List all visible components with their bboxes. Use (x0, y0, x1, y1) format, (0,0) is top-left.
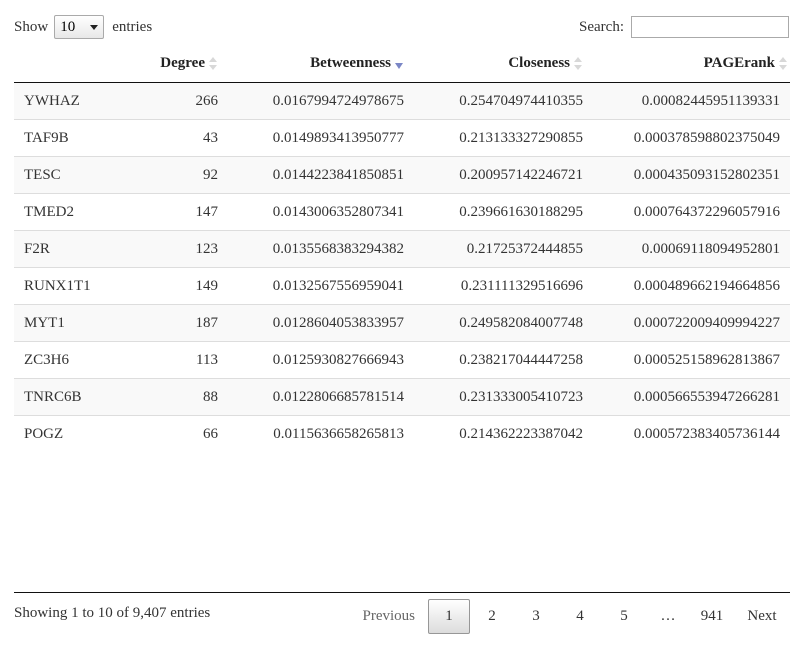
page-length-select[interactable]: 10 (54, 15, 105, 39)
cell-betweenness: 0.0167994724978675 (272, 92, 404, 109)
page-button[interactable]: 3 (514, 599, 558, 634)
column-header-betweenness[interactable]: Betweenness (218, 45, 404, 83)
cell-closeness: 0.21725372444855 (404, 230, 583, 268)
page-button[interactable]: 2 (470, 599, 514, 634)
cell-degree: 92 (144, 156, 218, 194)
cell-closeness: 0.239661630188295 (404, 193, 583, 231)
chevron-down-icon (90, 24, 99, 30)
table-row: ZC3H6 113 0.0125930827666943 0.238217044447… (14, 341, 790, 379)
cell-betweenness: 0.0125930827666943 (218, 341, 404, 379)
table-row: MYT1 187 0.0128604053833957 0.2495820840077… (14, 304, 790, 342)
cell-closeness: 0.231333005410723 (404, 378, 583, 416)
pagination-ellipsis: … (660, 608, 676, 624)
cell-closeness: 0.200957142246721 (404, 156, 583, 194)
cell-degree: 147 (144, 193, 218, 231)
table-row: TESC 92 0.0144223841850851 0.20095714224672… (14, 156, 790, 194)
cell-closeness: 0.231111329516696 (404, 267, 583, 305)
cell-name: YWHAZ (24, 92, 80, 109)
column-header-name (14, 45, 144, 83)
cell-pagerank: 0.000525158962813867 (583, 341, 790, 379)
cell-pagerank: 0.000722009409994227 (583, 304, 790, 342)
next-button[interactable]: Next (734, 599, 790, 634)
pagination: Previous 1 2 3 4 5 … 941 Next (350, 598, 791, 635)
table-row: RUNX1T1 149 0.0132567556959041 0.2311113295… (14, 267, 790, 305)
page-length-value: 10 (60, 18, 76, 35)
column-header-label: Degree (160, 55, 205, 71)
cell-pagerank: 0.000435093152802351 (583, 156, 790, 194)
cell-name: ZC3H6 (14, 341, 144, 379)
cell-pagerank: 0.000566553947266281 (583, 378, 790, 416)
column-header-label: Betweenness (310, 55, 391, 71)
cell-degree: 187 (144, 304, 218, 342)
cell-betweenness: 0.0122806685781514 (218, 378, 404, 416)
cell-name: RUNX1T1 (14, 267, 144, 305)
table-row: POGZ 66 0.0115636658265813 0.21436222338704… (14, 415, 790, 452)
entries-label: entries (112, 18, 153, 35)
cell-betweenness: 0.0132567556959041 (218, 267, 404, 305)
cell-name: TNRC6B (14, 378, 144, 416)
column-header-degree[interactable]: Degree (144, 45, 218, 83)
table-row: TMED2 147 0.0143006352807341 0.239661630188… (14, 193, 790, 231)
column-header-pagerank[interactable]: PAGErank (583, 45, 790, 83)
sort-descending-icon (395, 57, 404, 71)
table-row: TAF9B 43 0.0149893413950777 0.2131333272908… (14, 119, 790, 157)
data-table: Degree Betweenness Closeness PAGErank YW… (14, 45, 790, 452)
show-label: Show (14, 18, 49, 35)
cell-name: F2R (14, 230, 144, 268)
cell-closeness: 0.249582084007748 (404, 304, 583, 342)
cell-betweenness: 0.0149893413950777 (218, 119, 404, 157)
cell-name: POGZ (14, 415, 144, 452)
cell-closeness: 0.214362223387042 (404, 415, 583, 452)
table-row: YWHAZ 266 0.0167994724978675 0.254704974410… (14, 82, 790, 120)
table-footer-divider (14, 592, 790, 593)
cell-name: MYT1 (14, 304, 144, 342)
cell-pagerank: 0.000489662194664856 (583, 267, 790, 305)
cell-betweenness: 0.0115636658265813 (218, 415, 404, 452)
cell-degree: 88 (144, 378, 218, 416)
previous-button[interactable]: Previous (350, 599, 429, 634)
page-button[interactable]: 4 (558, 599, 602, 634)
header-row: Degree Betweenness Closeness PAGErank (14, 45, 790, 83)
cell-betweenness: 0.0128604053833957 (218, 304, 404, 342)
cell-betweenness: 0.0135568383294382 (218, 230, 404, 268)
cell-degree: 266 (195, 92, 219, 109)
cell-degree: 43 (144, 119, 218, 157)
page-button[interactable]: 5 (602, 599, 646, 634)
cell-degree: 123 (144, 230, 218, 268)
cell-pagerank: 0.00082445951139331 (641, 92, 780, 109)
cell-betweenness: 0.0143006352807341 (218, 193, 404, 231)
sort-icon (779, 56, 788, 71)
cell-degree: 113 (144, 341, 218, 379)
column-header-label: PAGErank (703, 55, 775, 71)
cell-degree: 66 (144, 415, 218, 452)
cell-pagerank: 0.000572383405736144 (583, 415, 790, 452)
cell-name: TMED2 (14, 193, 144, 231)
cell-degree: 149 (144, 267, 218, 305)
table-row: TNRC6B 88 0.0122806685781514 0.231333005410… (14, 378, 790, 416)
column-header-label: Closeness (508, 55, 570, 71)
cell-pagerank: 0.000378598802375049 (583, 119, 790, 157)
search-label: Search: (579, 18, 624, 35)
page-button-last[interactable]: 941 (690, 599, 734, 634)
cell-betweenness: 0.0144223841850851 (218, 156, 404, 194)
cell-closeness: 0.213133327290855 (404, 119, 583, 157)
search-control: Search: (579, 14, 789, 40)
sort-icon (209, 56, 218, 71)
page-length-control: Show 10 entries (14, 14, 152, 40)
column-header-closeness[interactable]: Closeness (404, 45, 583, 83)
cell-closeness: 0.238217044447258 (404, 341, 583, 379)
cell-name: TESC (14, 156, 144, 194)
cell-pagerank: 0.000764372296057916 (583, 193, 790, 231)
cell-pagerank: 0.00069118094952801 (583, 230, 790, 268)
table-row: F2R 123 0.0135568383294382 0.21725372444855… (14, 230, 790, 268)
search-input[interactable] (631, 16, 789, 38)
table-info: Showing 1 to 10 of 9,407 entries (14, 605, 211, 621)
cell-name: TAF9B (14, 119, 144, 157)
page-button-current[interactable]: 1 (428, 599, 470, 634)
cell-closeness: 0.254704974410355 (459, 92, 583, 109)
sort-icon (574, 56, 583, 71)
table-controls: Show 10 entries Search: (14, 14, 789, 40)
